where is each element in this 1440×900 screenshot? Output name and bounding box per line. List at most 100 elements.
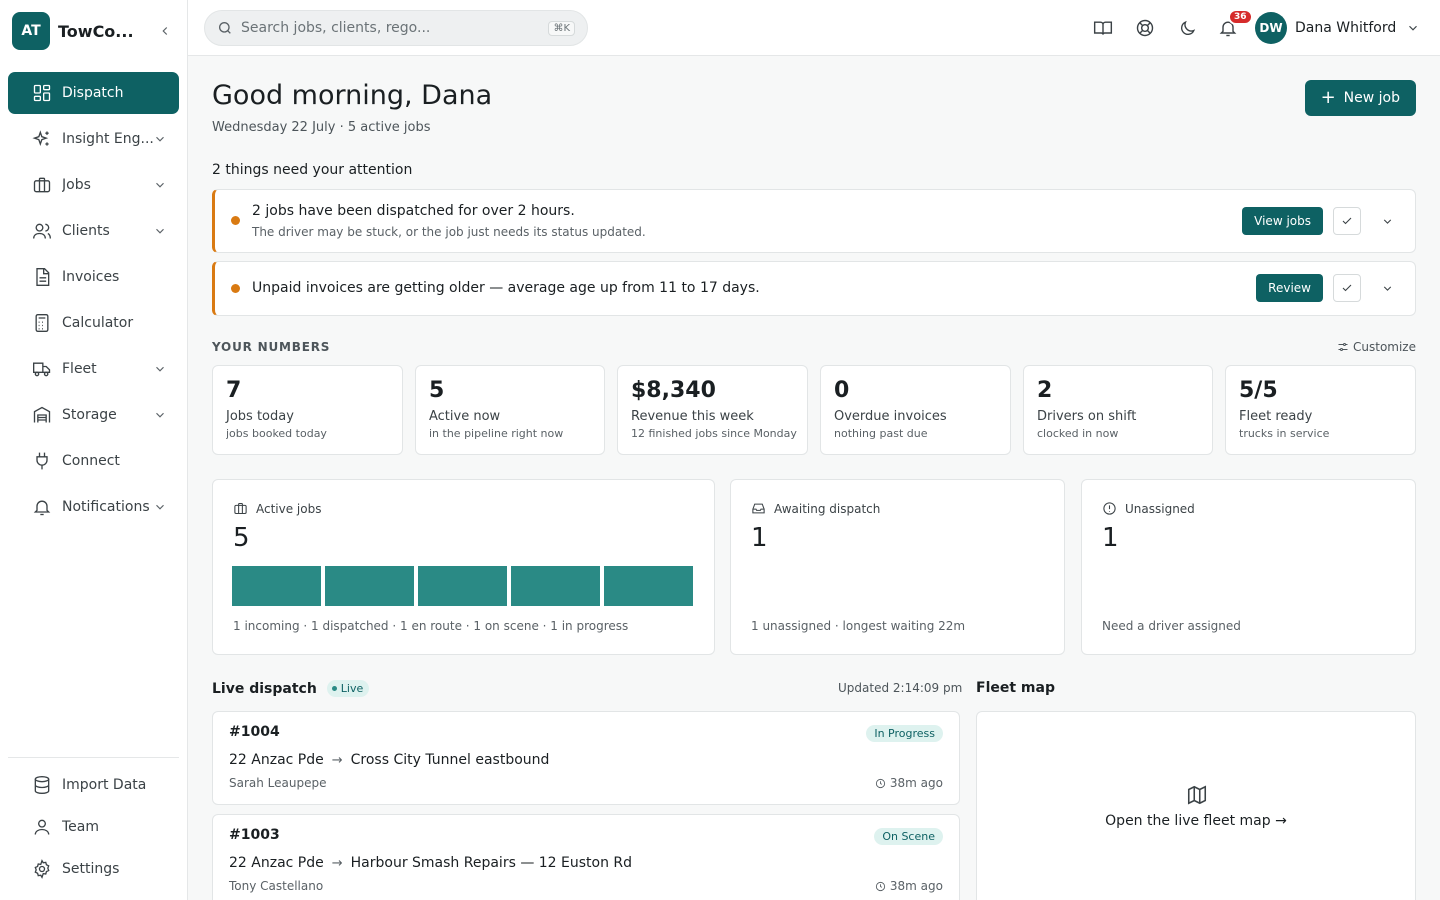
stat-value: 5: [429, 378, 445, 403]
brand: AT TowCo...: [0, 0, 187, 62]
sidebar-item-dispatch[interactable]: Dispatch: [8, 72, 179, 114]
sidebar-item-storage[interactable]: Storage: [8, 394, 179, 436]
live-dot-icon: [331, 686, 337, 691]
job-from: 22 Anzac Pde: [229, 752, 324, 768]
sidebar-item-label: Settings: [62, 861, 120, 877]
truck-icon: [33, 362, 51, 377]
stat-overdue-invoices[interactable]: 0 Overdue invoices nothing past due: [820, 365, 1011, 455]
sidebar-item-notifications[interactable]: Notifications: [8, 486, 179, 528]
card-footer: 1 incoming · 1 dispatched · 1 en route ·…: [233, 619, 629, 633]
notifications-button[interactable]: 36: [1217, 9, 1253, 39]
briefcase-icon: [234, 502, 247, 515]
help-button[interactable]: [1134, 17, 1156, 39]
job-id: #1003: [229, 827, 280, 843]
docs-button[interactable]: [1092, 17, 1114, 39]
sidebar-item-invoices[interactable]: Invoices: [8, 256, 179, 298]
search-shortcut: ⌘K: [548, 20, 575, 36]
clock-icon: [875, 881, 885, 891]
chevron-down-icon: [156, 366, 164, 372]
sidebar-item-label: Dispatch: [62, 85, 124, 101]
brand-name[interactable]: TowCo...: [58, 22, 155, 41]
sidebar-item-fleet[interactable]: Fleet: [8, 348, 179, 390]
stat-label: Active now: [429, 409, 501, 424]
book-icon: [1093, 21, 1113, 35]
chevron-down-icon: [1409, 25, 1418, 31]
stat-sub: in the pipeline right now: [429, 427, 564, 440]
view-jobs-button[interactable]: View jobs: [1242, 207, 1323, 235]
stat-jobs-today[interactable]: 7 Jobs today jobs booked today: [212, 365, 403, 455]
awaiting-dispatch-card[interactable]: Awaiting dispatch 1 1 unassigned · longe…: [730, 479, 1065, 655]
moon-icon: [1180, 20, 1195, 35]
customize-label: Customize: [1353, 340, 1416, 354]
warehouse-icon: [33, 406, 51, 423]
unassigned-card[interactable]: Unassigned 1 Need a driver assigned: [1081, 479, 1416, 655]
status-segment: [232, 566, 321, 606]
card-title: Unassigned: [1125, 501, 1195, 516]
sidebar-item-settings[interactable]: Settings: [8, 850, 179, 888]
status-badge: On Scene: [874, 828, 943, 845]
stat-active-now[interactable]: 5 Active now in the pipeline right now: [415, 365, 605, 455]
clock-icon: [875, 778, 885, 788]
search-icon: [219, 22, 231, 34]
job-card[interactable]: #1003 On Scene 22 Anzac Pde → Harbour Sm…: [212, 814, 960, 900]
brand-logo[interactable]: AT: [12, 12, 50, 50]
sidebar-bottom: Import Data Team Settings: [8, 757, 179, 892]
card-footer: 1 unassigned · longest waiting 22m: [751, 619, 966, 633]
search-input[interactable]: [241, 20, 549, 36]
search-bar[interactable]: ⌘K: [204, 10, 588, 46]
warning-dot-icon: [231, 216, 240, 225]
job-route: 22 Anzac Pde → Cross City Tunnel eastbou…: [229, 752, 549, 768]
sidebar-item-label: Import Data: [62, 777, 147, 793]
theme-toggle-button[interactable]: [1176, 17, 1198, 39]
sidebar-item-label: Storage: [62, 407, 117, 423]
sidebar-item-insight-engine[interactable]: Insight Eng...: [8, 118, 179, 160]
card-title: Awaiting dispatch: [774, 501, 881, 516]
topbar: ⌘K 36 DW Dana Whitford: [188, 0, 1440, 56]
stat-value: 0: [834, 378, 850, 403]
customize-button[interactable]: Customize: [1337, 340, 1416, 354]
job-card[interactable]: #1004 In Progress 22 Anzac Pde → Cross C…: [212, 711, 960, 805]
status-bar-segments: [232, 566, 693, 606]
dismiss-button[interactable]: [1333, 207, 1361, 235]
sidebar-item-team[interactable]: Team: [8, 808, 179, 846]
sidebar-item-connect[interactable]: Connect: [8, 440, 179, 482]
sidebar-item-label: Jobs: [62, 177, 91, 193]
job-route: 22 Anzac Pde → Harbour Smash Repairs — 1…: [229, 855, 632, 871]
sidebar: AT TowCo... Dispatch Insight Eng... Jobs…: [0, 0, 188, 900]
expand-button[interactable]: [1377, 211, 1397, 231]
alert-title: Unpaid invoices are getting older — aver…: [252, 280, 760, 296]
stat-fleet-ready[interactable]: 5/5 Fleet ready trucks in service: [1225, 365, 1416, 455]
gear-icon: [34, 859, 50, 879]
sidebar-item-clients[interactable]: Clients: [8, 210, 179, 252]
expand-button[interactable]: [1377, 278, 1397, 298]
new-job-button[interactable]: + New job: [1304, 80, 1416, 116]
document-icon: [36, 268, 50, 286]
chevron-down-icon: [156, 504, 164, 510]
sidebar-item-jobs[interactable]: Jobs: [8, 164, 179, 206]
collapse-sidebar-button[interactable]: [155, 21, 175, 41]
stat-revenue-week[interactable]: $8,340 Revenue this week 12 finished job…: [617, 365, 808, 455]
card-title: Active jobs: [256, 501, 322, 516]
active-jobs-card[interactable]: Active jobs 5 1 incoming · 1 dispatched …: [212, 479, 715, 655]
job-to: Harbour Smash Repairs — 12 Euston Rd: [350, 855, 633, 871]
user-name: Dana Whitford: [1295, 20, 1397, 36]
job-driver: Sarah Leaupepe: [229, 776, 327, 790]
chevron-down-icon: [1383, 218, 1391, 224]
open-fleet-map-link[interactable]: Open the live fleet map →: [977, 813, 1415, 829]
sidebar-item-import-data[interactable]: Import Data: [8, 766, 179, 804]
briefcase-icon: [33, 177, 51, 193]
stat-drivers-on-shift[interactable]: 2 Drivers on shift clocked in now: [1023, 365, 1213, 455]
stat-sub: jobs booked today: [226, 427, 327, 440]
stat-sub: 12 finished jobs since Monday: [631, 427, 797, 440]
new-job-label: New job: [1343, 90, 1400, 106]
card-value: 5: [233, 523, 250, 553]
plus-icon: +: [1320, 87, 1336, 108]
card-header: Unassigned: [1102, 501, 1195, 516]
chevron-left-icon: [162, 27, 168, 35]
fleet-map-card[interactable]: Open the live fleet map →: [976, 711, 1416, 900]
sidebar-item-calculator[interactable]: Calculator: [8, 302, 179, 344]
user-menu[interactable]: DW Dana Whitford: [1255, 12, 1420, 44]
review-button[interactable]: Review: [1256, 274, 1323, 302]
stat-sub: clocked in now: [1037, 427, 1119, 440]
dismiss-button[interactable]: [1333, 274, 1361, 302]
